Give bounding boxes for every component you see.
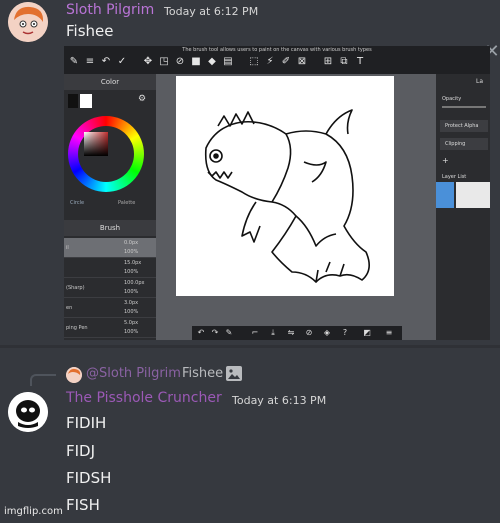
app-toolbar: The brush tool allows users to paint on … — [64, 46, 490, 74]
layers-icon: ◩ — [363, 328, 371, 337]
divider — [0, 345, 500, 348]
message-line: FIDSH — [66, 469, 112, 487]
pen-icon: ✎ — [69, 56, 79, 67]
link-icon: ⊘ — [175, 56, 185, 67]
watermark: imgflip.com — [4, 506, 63, 517]
text-icon: T — [356, 56, 364, 67]
brush-row: 15.0px 100% — [64, 258, 156, 278]
brush-row: il 0.0px 100% — [64, 238, 156, 258]
image-icon — [226, 366, 242, 381]
brush-header: Brush — [64, 220, 156, 236]
flip-icon: ⇋ — [287, 328, 295, 337]
add-layer-icon: + — [442, 156, 449, 165]
layer-panel: La Opacity Protect Alpha Clipping + Laye… — [436, 74, 490, 340]
brush-row: (Sharp) 100.0px 100% — [64, 278, 156, 298]
fish-drawing — [204, 109, 370, 283]
brush-row: ping Pen 5.0px 100% — [64, 318, 156, 338]
download-icon: ⤓ — [271, 328, 275, 337]
layer-thumbnail — [456, 182, 490, 208]
clipping-button: Clipping — [440, 138, 488, 150]
move-icon: ✥ — [143, 56, 153, 67]
reply-username[interactable]: @Sloth Pilgrim — [86, 366, 181, 381]
gear-icon: ⚙ — [138, 94, 147, 104]
lasso-icon: ⊘ — [305, 328, 313, 337]
timestamp: Today at 6:13 PM — [232, 394, 327, 407]
brush-row: en 3.0px 100% — [64, 298, 156, 318]
lasso-icon: ✐ — [281, 56, 291, 67]
eraser-icon: ⊠ — [297, 56, 307, 67]
reply-preview-text[interactable]: Fishee — [182, 366, 223, 381]
message-line: FIDJ — [66, 442, 96, 460]
layer-panel-title: La — [476, 78, 484, 85]
avatar[interactable] — [8, 392, 48, 432]
frame-icon: ⧉ — [340, 56, 348, 67]
reply-connector — [30, 374, 56, 386]
message-line: FIDIH — [66, 414, 107, 432]
username[interactable]: The Pisshole Cruncher — [66, 390, 222, 406]
gradient-icon: ▤ — [223, 56, 233, 67]
tab-circle: Circle — [70, 200, 85, 206]
secondary-color-swatch — [80, 94, 92, 108]
fill-color-icon: ■ — [191, 56, 201, 67]
wand-icon: ⚡ — [266, 56, 274, 67]
message-text: Fishee — [66, 22, 114, 40]
transform-icon: ◳ — [159, 56, 169, 67]
protect-alpha-button: Protect Alpha — [440, 120, 488, 132]
attached-image[interactable]: The brush tool allows users to paint on … — [64, 46, 490, 340]
eyedropper-icon: ⌐ — [251, 328, 259, 337]
menu-icon: ≡ — [385, 328, 393, 337]
primary-color-swatch — [68, 94, 78, 108]
message-line: FISH — [66, 496, 100, 514]
color-wheel — [68, 116, 144, 192]
color-brush-panel: Color ⚙ Circle Palette Brush il 0.0px 10… — [64, 74, 156, 340]
undo-icon: ↶ — [101, 56, 111, 67]
brush-icon: ✎ — [225, 328, 233, 337]
drawing-canvas — [176, 76, 394, 296]
redo-icon: ↷ — [211, 328, 219, 337]
opacity-slider — [442, 106, 486, 108]
undo-icon: ↶ — [197, 328, 205, 337]
fill-icon: ◈ — [323, 328, 331, 337]
toolbar-caption: The brush tool allows users to paint on … — [182, 47, 372, 53]
help-icon: ? — [342, 328, 348, 337]
timestamp: Today at 6:12 PM — [164, 5, 259, 18]
tab-palette: Palette — [118, 200, 136, 206]
visibility-eye-icon — [436, 182, 454, 208]
username[interactable]: Sloth Pilgrim — [66, 2, 154, 18]
message-1: Sloth Pilgrim Today at 6:12 PM Fishee ✕ … — [0, 0, 500, 345]
check-icon: ✓ — [117, 56, 127, 67]
menu-icon: ≡ — [85, 56, 95, 67]
bottom-toolbar: ↶ ↷ ✎ ⌐ ⤓ ⇋ ⊘ ◈ ? ◩ ≡ — [192, 326, 402, 340]
select-icon: ⬚ — [249, 56, 259, 67]
color-header: Color — [64, 74, 156, 90]
layer-list-label: Layer List — [442, 174, 467, 180]
bucket-icon: ◆ — [208, 56, 216, 67]
avatar[interactable] — [8, 2, 48, 42]
reply-avatar[interactable] — [66, 367, 82, 383]
canvas-icon: ⊞ — [323, 56, 333, 67]
opacity-label: Opacity — [442, 96, 462, 102]
